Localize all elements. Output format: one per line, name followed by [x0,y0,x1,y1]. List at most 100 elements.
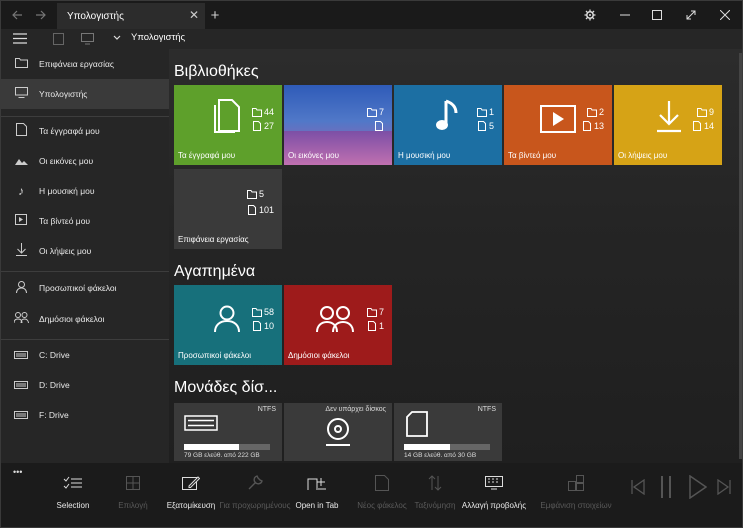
tile-label: Οι εικόνες μου [288,151,339,160]
tile-pictures[interactable]: 7 Οι εικόνες μου [284,85,392,165]
computer-icon[interactable] [81,33,94,47]
skip-next-icon[interactable] [717,478,731,497]
minimize-icon[interactable] [617,1,633,29]
open-in-tab-button[interactable]: Open in Tab [293,471,341,521]
person-icon [214,305,240,333]
sidebar-item-label: Τα βίντεό μου [39,216,91,226]
sidebar-item-desktop[interactable]: Επιφάνεια εργασίας [1,49,169,79]
tab-computer[interactable]: Υπολογιστής ✕ [57,3,205,29]
drive-icon [13,378,29,392]
main-content: Βιβλιοθήκες 44 27 Τα έγγραφά μου 7 Οι ει… [169,49,742,463]
fullscreen-icon[interactable] [683,1,699,29]
command-bar: Υπολογιστής [1,29,742,49]
download-icon [657,101,681,133]
selection-button[interactable]: Selection [51,471,95,521]
tile-music[interactable]: 1 5 Η μουσική μου [394,85,502,165]
breadcrumb[interactable]: Υπολογιστής [131,32,185,43]
drive-tile-c[interactable]: NTFS 79 GB ελεύθ. από 222 GB [174,403,282,461]
folder-count: 7 [378,107,384,117]
folder-icon [13,57,29,71]
sidebar-item-label: C: Drive [39,350,70,360]
sidebar-item-videos[interactable]: Τα βίντεό μου [1,206,169,236]
folder-icon [476,108,487,117]
section-title-libraries: Βιβλιοθήκες [174,63,259,80]
close-tab-icon[interactable]: ✕ [189,8,199,22]
sidebar-item-label: Προσωπικοί φάκελοι [39,283,117,293]
pin-icon[interactable] [53,33,64,47]
more-options-button[interactable]: ••• [13,467,22,477]
sidebar-item-label: Υπολογιστής [39,89,88,99]
select-all-icon [126,471,140,495]
video-icon [540,105,576,133]
customize-button[interactable]: Εξατομίκευση [161,471,221,521]
drive-tile-f[interactable]: NTFS 14 GB ελεύθ. από 30 GB [394,403,502,461]
select-all-button[interactable]: Επιλογή [111,471,155,521]
tile-downloads[interactable]: 9 14 Οι λήψεις μου [614,85,722,165]
sort-button[interactable]: Ταξινόμηση [409,471,461,521]
sidebar-item-d-drive[interactable]: D: Drive [1,370,169,400]
new-folder-button[interactable]: Νέος φάκελος [355,471,409,521]
pause-icon[interactable] [659,475,673,501]
skip-previous-icon[interactable] [631,478,645,497]
divider [1,271,169,272]
file-icon [692,121,701,131]
drive-space-info: 14 GB ελεύθ. από 30 GB [404,452,477,459]
tile-personal-folders[interactable]: 58 10 Προσωπικοί φάκελοι [174,285,282,365]
sidebar-item-f-drive[interactable]: F: Drive [1,400,169,430]
sidebar-item-music[interactable]: ♪ Η μουσική μου [1,176,169,206]
computer-icon [13,87,29,101]
forward-arrow-icon[interactable] [31,1,51,29]
button-label: Αλλαγή προβολής [461,501,527,510]
sidebar-item-label: Οι εικόνες μου [39,156,94,166]
file-count: 27 [263,121,274,131]
folder-count: 7 [378,307,384,317]
folder-count: 2 [598,107,604,117]
sidebar-item-label: Η μουσική μου [39,186,95,196]
sidebar-item-personal-folders[interactable]: Προσωπικοί φάκελοι [1,273,169,303]
play-icon[interactable] [689,474,708,501]
sidebar-item-pictures[interactable]: Οι εικόνες μου [1,146,169,176]
button-label: Εμφάνιση στοιχείων [540,501,612,510]
file-count: 1 [378,321,384,331]
advanced-button[interactable]: Για προχωρημένους [219,471,291,521]
tile-public-folders[interactable]: 7 1 Δημόσιοι φάκελοι [284,285,392,365]
drive-usage-bar [404,444,490,450]
sdcard-icon [406,411,428,437]
new-tab-button[interactable]: + [207,1,223,29]
tile-desktop[interactable]: 5 101 Επιφάνεια εργασίας [174,169,282,249]
disc-icon [326,418,350,446]
view-icon [485,471,503,495]
people-icon [13,312,29,326]
tile-videos[interactable]: 2 13 Τα βίντεό μου [504,85,612,165]
chevron-down-icon[interactable] [113,34,121,44]
gear-icon[interactable] [581,1,599,29]
sidebar-item-label: F: Drive [39,410,69,420]
sidebar-item-documents[interactable]: Τα έγγραφά μου [1,116,169,146]
tile-documents[interactable]: 44 27 Τα έγγραφά μου [174,85,282,165]
back-arrow-icon[interactable] [7,1,27,29]
folder-icon [366,108,377,117]
drive-space-info: 79 GB ελεύθ. από 222 GB [184,452,260,459]
hamburger-menu-icon[interactable] [13,33,27,46]
person-icon [13,280,29,296]
scrollbar[interactable] [739,53,742,459]
tile-label: Τα έγγραφά μου [178,151,236,160]
sidebar-item-public-folders[interactable]: Δημόσιοι φάκελοι [1,304,169,334]
close-window-icon[interactable] [717,1,733,29]
drive-tile-d[interactable]: Δεν υπάρχει δίσκος [284,403,392,461]
drive-usage-fill [404,444,450,450]
button-label: Εξατομίκευση [166,501,216,510]
document-icon [13,123,29,139]
button-label: Για προχωρημένους [219,501,291,510]
folder-count: 44 [263,107,274,117]
sidebar-item-computer[interactable]: Υπολογιστής [1,79,169,109]
maximize-icon[interactable] [649,1,665,29]
change-view-button[interactable]: Αλλαγή προβολής [457,471,531,521]
show-items-button[interactable]: Εμφάνιση στοιχείων [535,471,617,521]
folder-icon [696,108,707,117]
drive-icon [13,408,29,422]
sidebar-item-c-drive[interactable]: C: Drive [1,340,169,370]
drive-usage-bar [184,444,270,450]
sidebar-item-downloads[interactable]: Οι λήψεις μου [1,236,169,266]
button-label: Νέος φάκελος [357,501,407,510]
